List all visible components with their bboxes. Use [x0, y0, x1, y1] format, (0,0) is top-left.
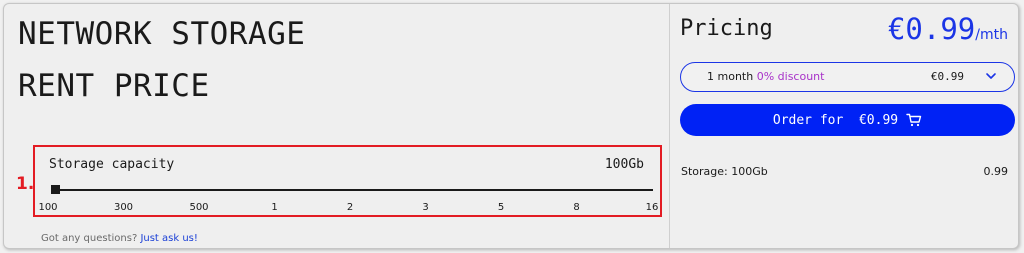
slider-tick: 16	[645, 202, 659, 213]
page-title-line1: NETWORK STORAGE	[18, 16, 306, 52]
billing-period-text: 1 month	[707, 70, 754, 83]
discount-text: 0% discount	[756, 70, 825, 83]
slider-tick: 2	[346, 202, 354, 213]
storage-slider-track[interactable]	[53, 189, 653, 191]
page-title-line2: RENT PRICE	[18, 68, 210, 104]
step-number: 1.	[16, 174, 35, 194]
order-summary-label: Storage: 100Gb	[681, 165, 768, 178]
slider-tick: 100	[38, 202, 58, 213]
slider-tick: 300	[113, 202, 134, 213]
slider-tick: 500	[189, 202, 209, 213]
price-amount: €0.99	[887, 12, 976, 46]
storage-pricing-panel: NETWORK STORAGE RENT PRICE 1. Storage ca…	[3, 3, 1019, 249]
order-button-label: Order for €0.99	[772, 112, 899, 128]
order-summary-value: 0.99	[983, 165, 1009, 178]
storage-capacity-value: 100Gb	[604, 157, 644, 172]
slider-tick: 5	[497, 202, 505, 213]
help-text: Got any questions? Just ask us!	[41, 233, 198, 244]
slider-tick: 3	[422, 202, 429, 213]
slider-tick: 8	[573, 202, 580, 213]
monthly-price: €0.99/mth	[888, 12, 1008, 46]
storage-capacity-label: Storage capacity	[49, 157, 175, 172]
chevron-down-icon[interactable]	[984, 69, 998, 83]
just-ask-us-link[interactable]: Just ask us!	[140, 233, 197, 244]
pricing-heading: Pricing	[680, 16, 773, 41]
billing-period-select[interactable]: 1 month 0% discount €0.99	[680, 62, 1015, 92]
price-period: /mth	[975, 27, 1008, 43]
billing-period-label: 1 month 0% discount	[707, 70, 824, 83]
help-question: Got any questions?	[41, 233, 138, 244]
slider-tick: 1	[271, 202, 278, 213]
panel-divider	[669, 4, 670, 248]
cart-icon	[906, 113, 922, 127]
storage-slider-thumb[interactable]	[51, 185, 60, 194]
order-button[interactable]: Order for €0.99	[680, 104, 1015, 136]
billing-period-price: €0.99	[930, 70, 964, 83]
